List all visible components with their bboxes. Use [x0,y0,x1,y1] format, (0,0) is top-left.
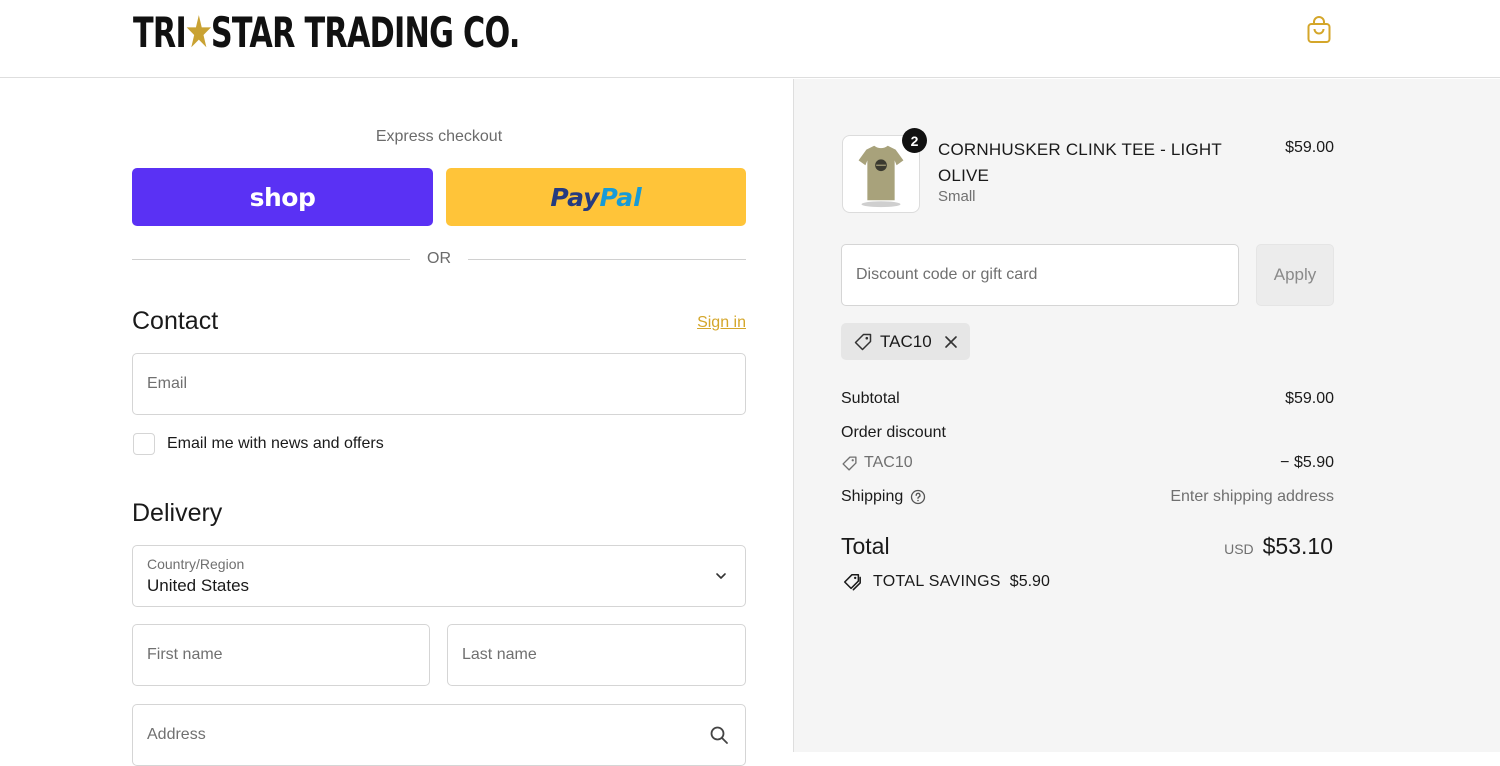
subtotal-label: Subtotal [841,390,900,407]
checkout-form: Express checkout shop PayPal OR Contact … [0,79,793,766]
product-price: $59.00 [1285,139,1334,156]
order-summary: 2 CORNHUSKER CLINK TEE - LIGHT OLIVE Sma… [793,79,1500,752]
order-discount-row: Order discount [841,424,1334,442]
divider-line [468,259,746,260]
shipping-label: Shipping [841,488,904,505]
total-savings-row: TOTAL SAVINGS $5.90 [841,572,1050,592]
first-name-field[interactable]: First name [132,624,430,686]
discount-code-placeholder: Discount code or gift card [856,266,1038,283]
total-currency: USD [1224,541,1254,557]
paypal-label-part1: Pay [550,182,600,212]
product-variant: Small [938,188,976,205]
country-label: Country/Region [147,556,245,572]
discount-code-field[interactable]: Discount code or gift card [841,244,1239,306]
express-checkout-label: Express checkout [375,128,503,145]
total-amount: USD $53.10 [1224,533,1333,560]
shop-pay-button[interactable]: shop [132,168,433,226]
newsletter-checkbox[interactable] [133,433,155,455]
chevron-down-icon [716,573,726,579]
first-name-placeholder: First name [147,646,223,663]
subtotal-value: $59.00 [1285,390,1334,407]
help-icon[interactable] [910,489,926,505]
discount-code-label: TAC10 [864,454,913,471]
country-value: United States [147,576,250,595]
logo-text-right: STAR TRADING CO. [210,7,521,57]
shipping-row: Shipping Enter shipping address [841,488,1334,506]
shipping-value: Enter shipping address [1170,488,1334,505]
subtotal-row: Subtotal $59.00 [841,390,1334,408]
tag-icon [854,333,872,350]
quantity-badge: 2 [902,128,927,153]
address-placeholder: Address [147,726,206,743]
applied-discount-chip: TAC10 [841,323,970,360]
total-savings-label: TOTAL SAVINGS [873,573,1001,590]
email-field[interactable]: Email [132,353,746,415]
product-name: CORNHUSKER CLINK TEE - LIGHT OLIVE [938,140,1222,185]
order-discount-label: Order discount [841,424,946,441]
sign-in-link[interactable]: Sign in [646,314,746,332]
contact-heading: Contact [132,307,219,335]
discount-value: − $5.90 [1280,454,1334,471]
country-select[interactable]: Country/Region United States [132,545,746,607]
address-field[interactable]: Address [132,704,746,766]
last-name-placeholder: Last name [462,646,537,663]
last-name-field[interactable]: Last name [447,624,746,686]
total-label: Total [841,533,890,559]
newsletter-label[interactable]: Email me with news and offers [167,435,384,453]
tag-icon [842,455,857,471]
applied-discount-code: TAC10 [880,331,932,351]
total-savings-value: $5.90 [1009,573,1050,590]
logo-star-icon: ★ [184,6,213,58]
apply-discount-button[interactable]: Apply [1256,244,1334,306]
shop-pay-label: shop [249,182,316,212]
total-value: $53.10 [1262,533,1333,559]
store-logo[interactable]: TRI ★ STAR TRADING CO. [133,7,521,58]
or-divider: OR [132,249,746,269]
paypal-button[interactable]: PayPal [446,168,746,226]
email-placeholder: Email [147,375,188,392]
delivery-heading: Delivery [132,499,223,527]
remove-discount-icon[interactable] [944,335,958,349]
paypal-label-part2: Pal [599,182,642,212]
logo-text-left: TRI [133,7,187,57]
tags-icon [843,573,861,591]
header: TRI ★ STAR TRADING CO. [0,0,1500,78]
search-icon [710,726,728,744]
discount-code-row: TAC10 − $5.90 [841,454,1334,472]
shopping-bag-icon[interactable] [1306,16,1332,44]
